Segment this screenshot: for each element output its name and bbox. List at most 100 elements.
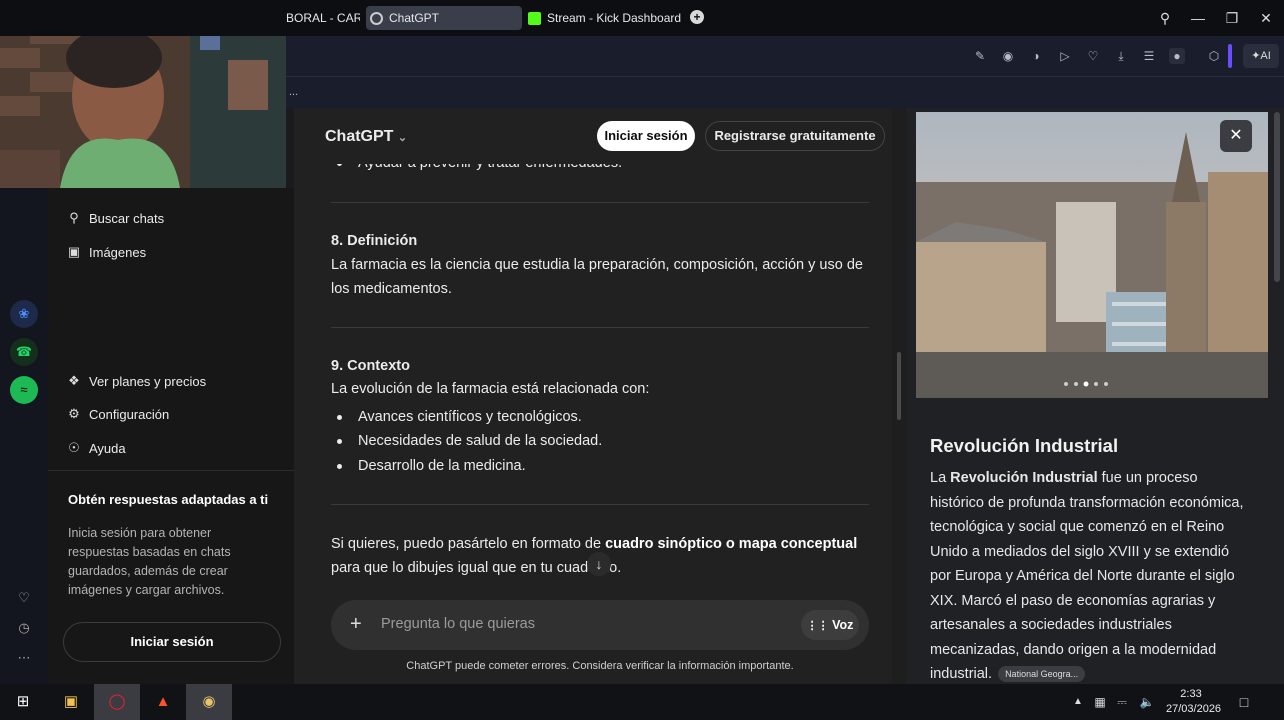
close-panel-button[interactable]: ✕ — [1220, 120, 1252, 152]
knowledge-panel: ✕ Revolución Industrial La Revolución In… — [906, 108, 1284, 684]
tab-chatgpt[interactable]: ChatGPT — [366, 6, 522, 30]
login-button[interactable]: Iniciar sesión — [597, 121, 695, 151]
disclaimer: ChatGPT puede cometer errores. Considera… — [406, 660, 794, 672]
sidebar-item-label: Configuración — [89, 406, 170, 422]
clock-time: 2:33 — [1180, 688, 1202, 700]
panel-text-lead: La — [930, 470, 951, 486]
ai-label: AI — [1260, 50, 1271, 62]
sidebar-item-label: Imágenes — [89, 244, 147, 260]
search-icon: ⚲ — [69, 210, 79, 225]
list-item: Desarrollo de la medicina. — [337, 458, 526, 474]
browser-toolbar: ✎ ◉ ◑ ▷ ♡ ⤓ ☰ ● ⬡ ✦AI — [286, 36, 1284, 76]
clock-date: 27/03/2026 — [1166, 703, 1222, 715]
list-item-text: Desarrollo de la medicina. — [358, 458, 526, 474]
sidebar-item-plans[interactable]: ❖ Ver planes y precios — [66, 373, 206, 389]
ai-button[interactable]: ✦AI — [1243, 44, 1279, 68]
panel-title: Revolución Industrial — [930, 435, 1119, 456]
sidebar-divider — [48, 470, 294, 471]
whatsapp-icon[interactable]: ☎ — [10, 338, 38, 366]
model-selector[interactable]: ChatGPT ⌄ — [325, 128, 407, 146]
voice-button[interactable]: ⋮⋮ Voz — [801, 610, 859, 640]
sidebar-login-button[interactable]: Iniciar sesión — [63, 622, 281, 662]
volume-icon[interactable]: 🔈 — [1136, 684, 1158, 720]
bullet — [337, 438, 342, 444]
search-tabs-icon[interactable]: ⚲ — [1155, 8, 1175, 28]
images-icon: ▣ — [67, 244, 81, 259]
tab-label: ChatGPT — [389, 11, 440, 25]
file-explorer-icon[interactable]: ▣ — [48, 684, 94, 720]
download-icon[interactable]: ⤓ — [1113, 48, 1129, 64]
chatgpt-icon — [370, 11, 383, 25]
more-icon[interactable]: ⋯ — [10, 644, 38, 672]
new-tab-button[interactable]: + — [690, 10, 704, 24]
chatgpt-sidebar: ⚲ Buscar chats ▣ Imágenes ❖ Ver planes y… — [48, 188, 294, 684]
bookmarks-bar — [286, 76, 1284, 108]
windows-start-icon[interactable]: ⊞ — [0, 684, 46, 720]
usb-icon[interactable]: ⎓ — [1112, 684, 1132, 720]
network-icon[interactable]: ▦ — [1090, 684, 1110, 720]
extensions-icon[interactable]: ⬡ — [1206, 48, 1222, 64]
gear-icon: ⚙ — [68, 406, 80, 421]
messenger-icon[interactable]: ❀ — [10, 300, 38, 328]
sidebar-item-images[interactable]: ▣ Imágenes — [66, 244, 146, 260]
chevron-down-icon: ⌄ — [397, 132, 408, 144]
model-name: ChatGPT — [325, 128, 394, 145]
plans-icon: ❖ — [68, 373, 80, 388]
closing-text-a: Si quieres, puedo pasártelo en formato d… — [331, 536, 606, 552]
opera-icon[interactable]: ◯ — [94, 684, 140, 720]
list-item: Avances científicos y tecnológicos. — [337, 409, 582, 425]
prompt-input[interactable]: Pregunta lo que quieras — [381, 616, 535, 632]
sidebar-item-label: Ver planes y precios — [89, 373, 207, 389]
signup-button[interactable]: Registrarse gratuitamente — [705, 121, 885, 151]
heart-icon[interactable]: ♡ — [1085, 48, 1101, 64]
divider — [331, 327, 869, 328]
chat-scrollbar-thumb[interactable] — [897, 352, 901, 420]
restore-button[interactable]: ❐ — [1222, 8, 1242, 28]
sidebar-item-label: Ayuda — [89, 440, 126, 456]
promo-text: Inicia sesión para obtener respuestas ba… — [68, 526, 231, 597]
tray-chevron-icon[interactable]: ▲ — [1068, 684, 1088, 720]
tab-kick[interactable]: Stream - Kick Dashboard — [528, 6, 688, 30]
close-window-button[interactable]: ✕ — [1256, 8, 1276, 28]
minimize-button[interactable]: — — [1188, 8, 1208, 28]
notifications-icon[interactable]: □ — [1232, 684, 1256, 720]
chat-main: Ayudar a prevenir y tratar enfermedades.… — [294, 108, 892, 684]
play-icon[interactable]: ▷ — [1057, 48, 1073, 64]
opera-sidebar: ❀ ☎ ≈ ♡ ◷ ⋯ — [0, 188, 48, 684]
shield-icon[interactable]: ◑ — [1028, 48, 1044, 64]
sidebar-item-search[interactable]: ⚲ Buscar chats — [66, 210, 164, 226]
bookmarks-more[interactable]: ... — [289, 86, 298, 98]
panel-text: La Revolución Industrial fue un proceso … — [930, 466, 1250, 687]
help-icon: ☉ — [68, 440, 80, 455]
section-heading: 9. Contexto — [331, 358, 410, 374]
heart-icon[interactable]: ♡ — [10, 584, 38, 612]
clock[interactable]: 2:33 27/03/2026 — [1166, 687, 1222, 717]
scroll-down-button[interactable]: ↓ — [587, 552, 611, 576]
kick-icon — [528, 11, 541, 25]
panel-text-body: fue un proceso histórico de profunda tra… — [930, 470, 1244, 682]
history-icon[interactable]: ◷ — [10, 614, 38, 642]
closing-text-b: para que lo dibujes igual que en tu cuad… — [331, 560, 622, 576]
taskbar: ⊞ ▣ ◯ ▲ ◉ ▲ ▦ ⎓ 🔈 2:33 27/03/2026 □ — [0, 684, 1284, 720]
arrow-down-icon: ↓ — [595, 556, 603, 572]
menu-icon[interactable]: ☰ — [1141, 48, 1157, 64]
composer: + Pregunta lo que quieras ⋮⋮ Voz — [331, 600, 869, 650]
brave-icon[interactable]: ▲ — [140, 684, 186, 720]
profile-icon[interactable]: ● — [1169, 48, 1185, 64]
sidebar-item-settings[interactable]: ⚙ Configuración — [66, 406, 169, 422]
sidebar-item-label: Buscar chats — [89, 210, 165, 226]
panel-scrollbar[interactable] — [1274, 112, 1280, 282]
edit-icon[interactable]: ✎ — [972, 48, 988, 64]
close-icon: ✕ — [1229, 127, 1243, 144]
section-text: La farmacia es la ciencia que estudia la… — [331, 257, 863, 297]
plus-icon[interactable]: + — [350, 613, 362, 635]
city-photo — [916, 112, 1268, 398]
sidebar-item-help[interactable]: ☉ Ayuda — [66, 440, 126, 456]
tab-label: BORAL - CARG — [286, 11, 360, 25]
obs-icon[interactable]: ◉ — [186, 684, 232, 720]
spotify-icon[interactable]: ≈ — [10, 376, 38, 404]
source-chip[interactable]: National Geogra... — [998, 666, 1086, 683]
tab-prev[interactable]: BORAL - CARG — [286, 6, 360, 30]
camera-icon[interactable]: ◉ — [1000, 48, 1016, 64]
waveform-icon: ⋮⋮ — [806, 620, 829, 632]
